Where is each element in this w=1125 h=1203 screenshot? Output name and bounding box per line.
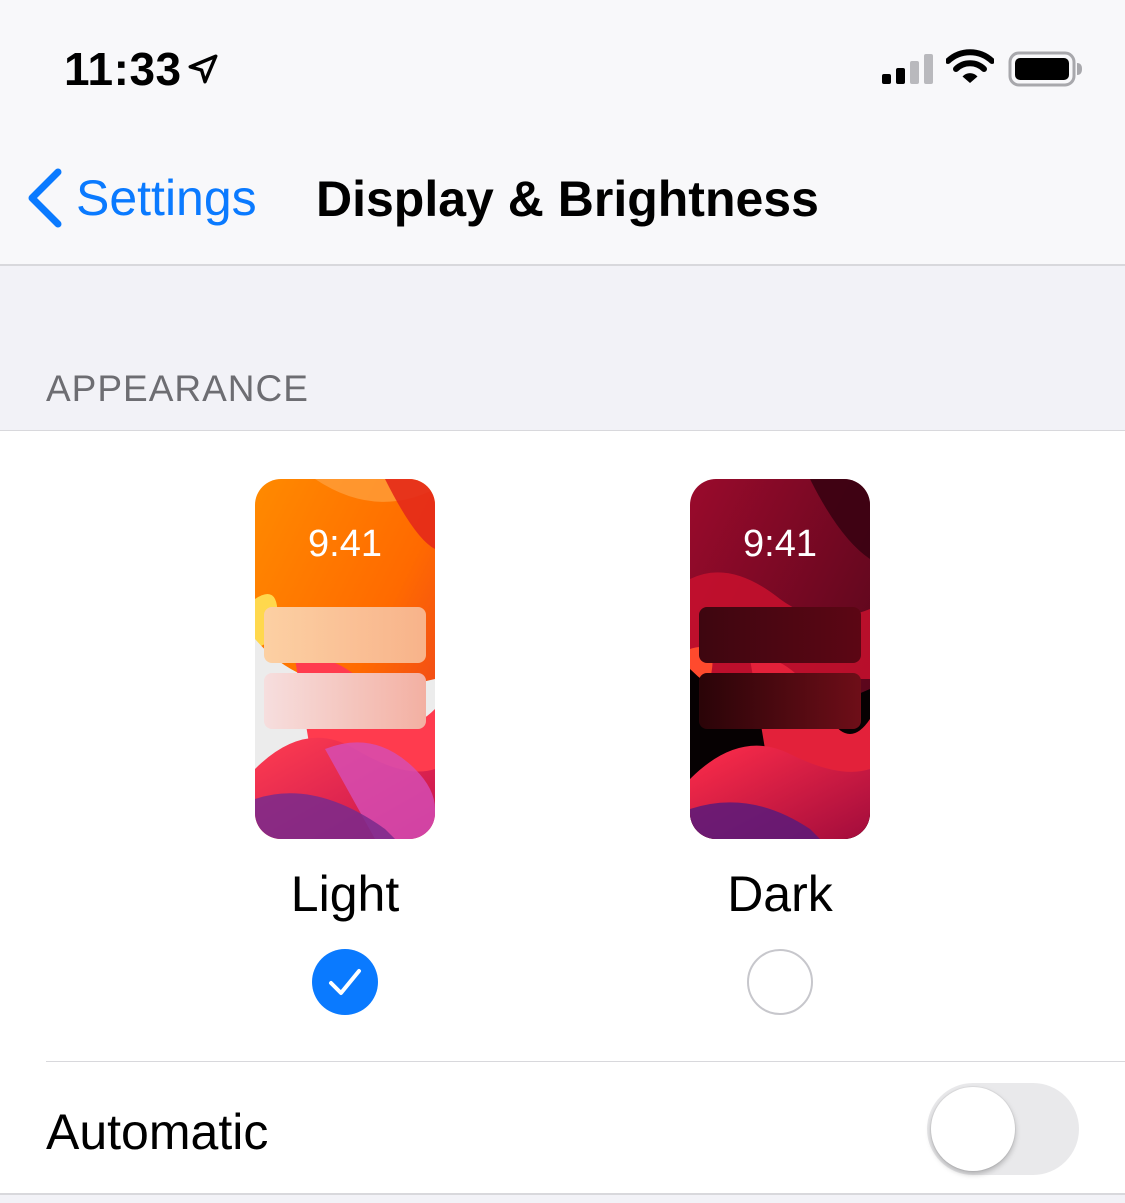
checkmark-icon — [329, 969, 361, 995]
chevron-left-icon — [28, 168, 62, 228]
location-arrow-icon — [188, 54, 218, 84]
back-button-label: Settings — [76, 170, 257, 226]
light-preview-notification — [264, 673, 426, 729]
automatic-label: Automatic — [46, 1104, 269, 1160]
automatic-toggle[interactable] — [927, 1083, 1079, 1175]
appearance-option-light[interactable]: 9:41 Light — [215, 479, 475, 1019]
status-bar: 11:33 — [0, 0, 1125, 130]
wifi-icon — [946, 49, 994, 83]
appearance-option-label: Light — [290, 866, 400, 922]
toggle-knob — [931, 1087, 1015, 1171]
battery-icon — [1008, 51, 1082, 87]
cellular-signal-icon — [882, 54, 933, 84]
dark-preview-notification — [699, 673, 861, 729]
light-preview-notification — [264, 607, 426, 663]
dark-radio-unchecked[interactable] — [747, 949, 813, 1015]
section-header-appearance: APPEARANCE — [46, 368, 309, 409]
light-preview-time: 9:41 — [308, 523, 382, 565]
appearance-option-label: Dark — [727, 866, 833, 922]
navigation-bar: Settings Display & Brightness — [0, 130, 1125, 266]
light-radio-checked[interactable] — [312, 949, 378, 1015]
back-button[interactable]: Settings — [22, 166, 257, 230]
divider — [46, 1061, 1125, 1062]
dark-preview-notification — [699, 607, 861, 663]
page-title: Display & Brightness — [316, 171, 819, 227]
appearance-option-dark[interactable]: 9:41 Dark — [650, 479, 910, 1019]
appearance-card: 9:41 Light 9:41 Dark Automatic — [0, 430, 1125, 1195]
dark-preview-time: 9:41 — [743, 523, 817, 565]
status-time: 11:33 — [64, 43, 182, 95]
